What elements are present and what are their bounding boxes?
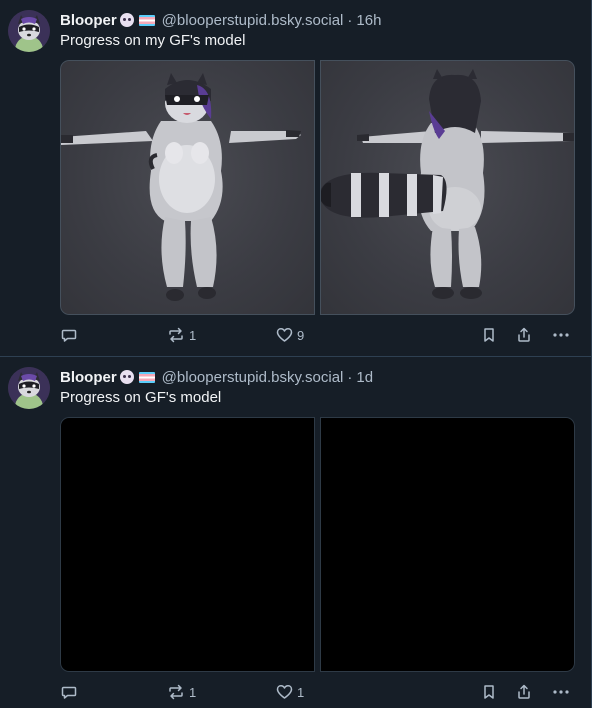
like-count: 1: [297, 684, 305, 700]
repost-button[interactable]: 1: [167, 682, 196, 702]
reply-button[interactable]: [61, 325, 81, 345]
feed-post[interactable]: Blooper @blooperstupid.bsky.social · 1d …: [0, 357, 591, 708]
post-actions: 1 1: [60, 682, 575, 702]
post-timestamp[interactable]: 16h: [356, 12, 381, 29]
feed: Blooper @blooperstupid.bsky.social · 16h…: [0, 0, 592, 708]
post-text: Progress on GF's model: [60, 389, 222, 406]
ellipsis-icon: [553, 690, 569, 694]
bookmark-icon: [484, 328, 494, 342]
feed-post[interactable]: Blooper @blooperstupid.bsky.social · 16h…: [0, 0, 591, 357]
post-header: Blooper @blooperstupid.bsky.social · 16h: [60, 10, 381, 30]
author-handle[interactable]: @blooperstupid.bsky.social: [162, 12, 344, 29]
bookmark-button[interactable]: [481, 682, 497, 702]
image-gallery: [60, 417, 575, 672]
share-icon: [518, 684, 530, 699]
separator-dot: ·: [347, 11, 353, 29]
repost-icon: [169, 684, 183, 700]
more-options-button[interactable]: [552, 325, 570, 345]
post-text: Progress on my GF's model: [60, 32, 246, 49]
image-gallery: [60, 60, 575, 315]
reply-button[interactable]: [61, 682, 81, 702]
like-count: 9: [297, 327, 305, 343]
post-actions: 1 9: [60, 325, 575, 345]
repost-count: 1: [189, 327, 197, 343]
repost-button[interactable]: 1: [167, 325, 196, 345]
raccoon-face-icon: [119, 370, 134, 384]
author-display-name[interactable]: Blooper: [60, 369, 117, 386]
repost-count: 1: [189, 684, 197, 700]
raccoon-face-icon: [119, 13, 134, 27]
post-image-black[interactable]: [60, 417, 315, 672]
trans-flag-icon: [138, 14, 155, 26]
author-handle[interactable]: @blooperstupid.bsky.social: [162, 369, 344, 386]
post-header: Blooper @blooperstupid.bsky.social · 1d: [60, 367, 373, 387]
share-icon: [518, 327, 530, 342]
heart-icon: [276, 328, 293, 342]
share-button[interactable]: [516, 325, 532, 345]
avatar[interactable]: [8, 10, 50, 52]
like-button[interactable]: 9: [276, 325, 304, 345]
trans-flag-icon: [138, 371, 155, 383]
author-display-name[interactable]: Blooper: [60, 12, 117, 29]
post-image-back-view[interactable]: [320, 60, 575, 315]
like-button[interactable]: 1: [276, 682, 304, 702]
heart-icon: [276, 685, 293, 699]
repost-icon: [169, 327, 183, 343]
bookmark-button[interactable]: [481, 325, 497, 345]
bookmark-icon: [484, 685, 494, 699]
post-image-black[interactable]: [320, 417, 575, 672]
post-timestamp[interactable]: 1d: [356, 369, 373, 386]
ellipsis-icon: [553, 333, 569, 337]
separator-dot: ·: [347, 368, 353, 386]
post-image-front-view[interactable]: [60, 60, 315, 315]
avatar[interactable]: [8, 367, 50, 409]
more-options-button[interactable]: [552, 682, 570, 702]
share-button[interactable]: [516, 682, 532, 702]
reply-icon: [61, 686, 77, 699]
reply-icon: [61, 329, 77, 342]
